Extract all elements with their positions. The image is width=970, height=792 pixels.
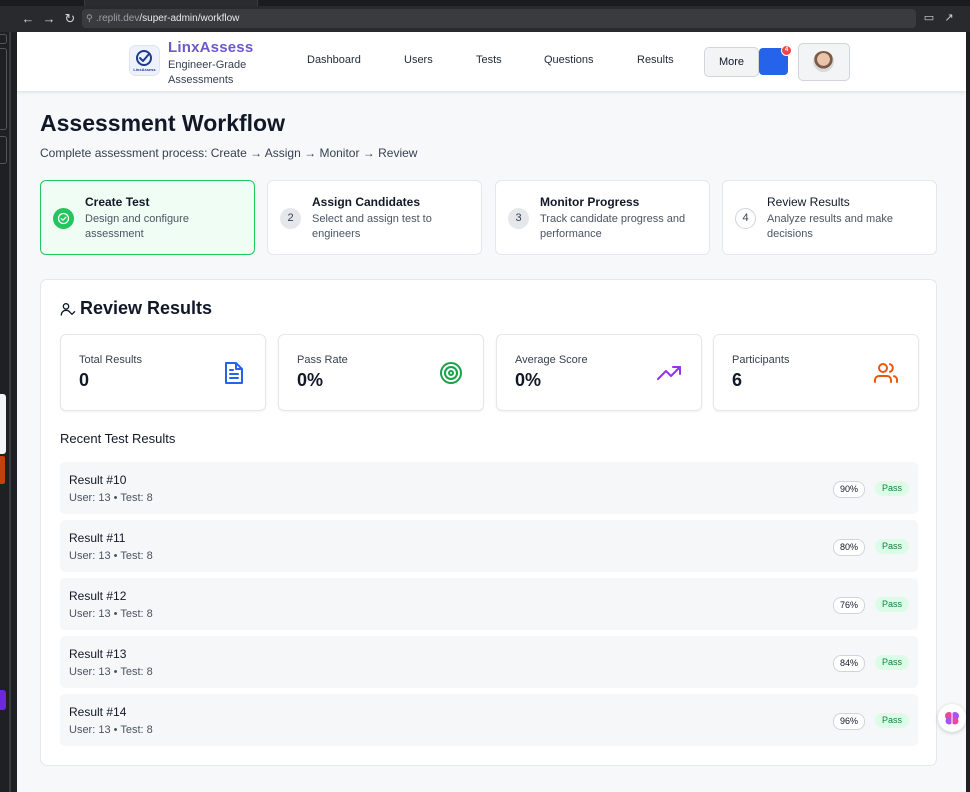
result-row[interactable]: Result #11 User: 13 • Test: 8 80% Pass: [60, 520, 918, 572]
stat-label: Pass Rate: [297, 354, 348, 366]
score-badge: 90%: [832, 481, 865, 498]
nav-tests[interactable]: Tests: [476, 54, 502, 66]
step-description: Track candidate progress and performance: [540, 213, 686, 240]
step-title: Assign Candidates: [312, 195, 421, 209]
page-title: Assessment Workflow: [40, 110, 285, 136]
users-icon: [874, 363, 898, 383]
score-badge: 76%: [832, 597, 865, 614]
logo-wordmark: LinxAssess: [133, 67, 156, 72]
file-text-icon: [225, 362, 243, 384]
brain-icon: [945, 712, 959, 725]
result-title: Result #10: [69, 473, 127, 487]
stat-average-score: Average Score 0%: [496, 334, 702, 411]
status-badge: Pass: [874, 597, 909, 612]
result-title: Result #11: [69, 531, 126, 545]
stat-label: Average Score: [515, 354, 588, 366]
review-results-panel: Review Results Total Results 0 Pass Rate…: [40, 279, 937, 766]
profile-button[interactable]: [798, 43, 850, 81]
step-title: Monitor Progress: [540, 195, 640, 209]
trending-up-icon: [657, 366, 681, 380]
result-meta: User: 13 • Test: 8: [69, 724, 153, 736]
recent-results-title: Recent Test Results: [60, 431, 176, 446]
step-review-results[interactable]: 4 Review Results Analyze results and mak…: [722, 180, 937, 255]
step-description: Select and assign test to engineers: [312, 213, 432, 240]
stat-participants: Participants 6: [713, 334, 919, 411]
brand-name[interactable]: LinxAssess: [168, 39, 253, 56]
target-icon: [440, 362, 462, 384]
step-number: 4: [735, 208, 756, 229]
result-row[interactable]: Result #10 User: 13 • Test: 8 90% Pass: [60, 462, 918, 514]
step-monitor-progress[interactable]: 3 Monitor Progress Track candidate progr…: [495, 180, 710, 255]
browser-toolbar: ← → ↻ ⚲ .replit.dev/super-admin/workflow …: [0, 6, 970, 32]
stat-value: 0%: [297, 370, 324, 390]
page-subtitle: Complete assessment process: Create → As…: [40, 146, 418, 160]
result-title: Result #14: [69, 705, 127, 719]
address-bar[interactable]: ⚲ .replit.dev/super-admin/workflow: [82, 9, 916, 28]
app-page: LinxAssess LinxAssess Engineer-Grade Ass…: [17, 32, 966, 792]
result-meta: User: 13 • Test: 8: [69, 608, 153, 620]
check-badge-icon: [136, 50, 152, 66]
avatar: [813, 51, 834, 72]
check-circle-icon: [53, 208, 74, 229]
panel-title: Review Results: [80, 298, 213, 318]
stat-label: Participants: [732, 354, 790, 366]
status-badge: Pass: [874, 539, 909, 554]
step-description: Analyze results and make decisions: [767, 213, 893, 240]
stat-value: 0%: [515, 370, 542, 390]
status-badge: Pass: [874, 481, 909, 496]
back-icon[interactable]: ←: [20, 11, 36, 27]
stat-value: 0: [79, 370, 90, 390]
step-assign-candidates[interactable]: 2 Assign Candidates Select and assign te…: [267, 180, 482, 255]
cast-icon[interactable]: ▭: [921, 11, 937, 24]
top-navigation: LinxAssess LinxAssess Engineer-Grade Ass…: [17, 32, 966, 91]
stat-label: Total Results: [79, 354, 142, 366]
result-row[interactable]: Result #13 User: 13 • Test: 8 84% Pass: [60, 636, 918, 688]
link-icon: ⚲: [86, 13, 93, 23]
notification-badge: 4: [781, 45, 792, 56]
nav-questions[interactable]: Questions: [544, 54, 594, 66]
user-check-icon: [60, 303, 76, 316]
step-number: 3: [508, 208, 529, 229]
status-badge: Pass: [874, 713, 909, 728]
nav-results[interactable]: Results: [637, 54, 674, 66]
result-meta: User: 13 • Test: 8: [69, 666, 153, 678]
app-logo[interactable]: LinxAssess: [129, 45, 160, 76]
stat-total-results: Total Results 0: [60, 334, 266, 411]
brand-tagline: Engineer-Grade Assessments: [168, 59, 247, 86]
step-description: Design and configure assessment: [85, 213, 189, 240]
status-badge: Pass: [874, 655, 909, 670]
result-row[interactable]: Result #14 User: 13 • Test: 8 96% Pass: [60, 694, 918, 746]
url-host: .replit.dev: [96, 13, 140, 24]
reload-icon[interactable]: ↻: [62, 11, 78, 27]
result-meta: User: 13 • Test: 8: [69, 550, 153, 562]
forward-icon[interactable]: →: [41, 11, 57, 27]
url-path: /super-admin/workflow: [139, 13, 240, 24]
result-title: Result #13: [69, 647, 127, 661]
nav-dashboard[interactable]: Dashboard: [307, 54, 361, 66]
side-panel-edge: [0, 32, 17, 792]
result-meta: User: 13 • Test: 8: [69, 492, 153, 504]
stat-value: 6: [732, 370, 743, 390]
score-badge: 96%: [832, 713, 865, 730]
result-row[interactable]: Result #12 User: 13 • Test: 8 76% Pass: [60, 578, 918, 630]
nav-users[interactable]: Users: [404, 54, 433, 66]
stat-pass-rate: Pass Rate 0%: [278, 334, 484, 411]
result-title: Result #12: [69, 589, 127, 603]
step-number: 2: [280, 208, 301, 229]
step-title: Review Results: [767, 195, 850, 209]
assistant-button[interactable]: [938, 704, 966, 732]
score-badge: 80%: [832, 539, 865, 556]
open-external-icon[interactable]: ↗: [941, 11, 957, 24]
step-create-test[interactable]: Create Test Design and configure assessm…: [40, 180, 255, 255]
score-badge: 84%: [832, 655, 865, 672]
step-title: Create Test: [85, 195, 150, 209]
more-button[interactable]: More: [704, 47, 759, 77]
